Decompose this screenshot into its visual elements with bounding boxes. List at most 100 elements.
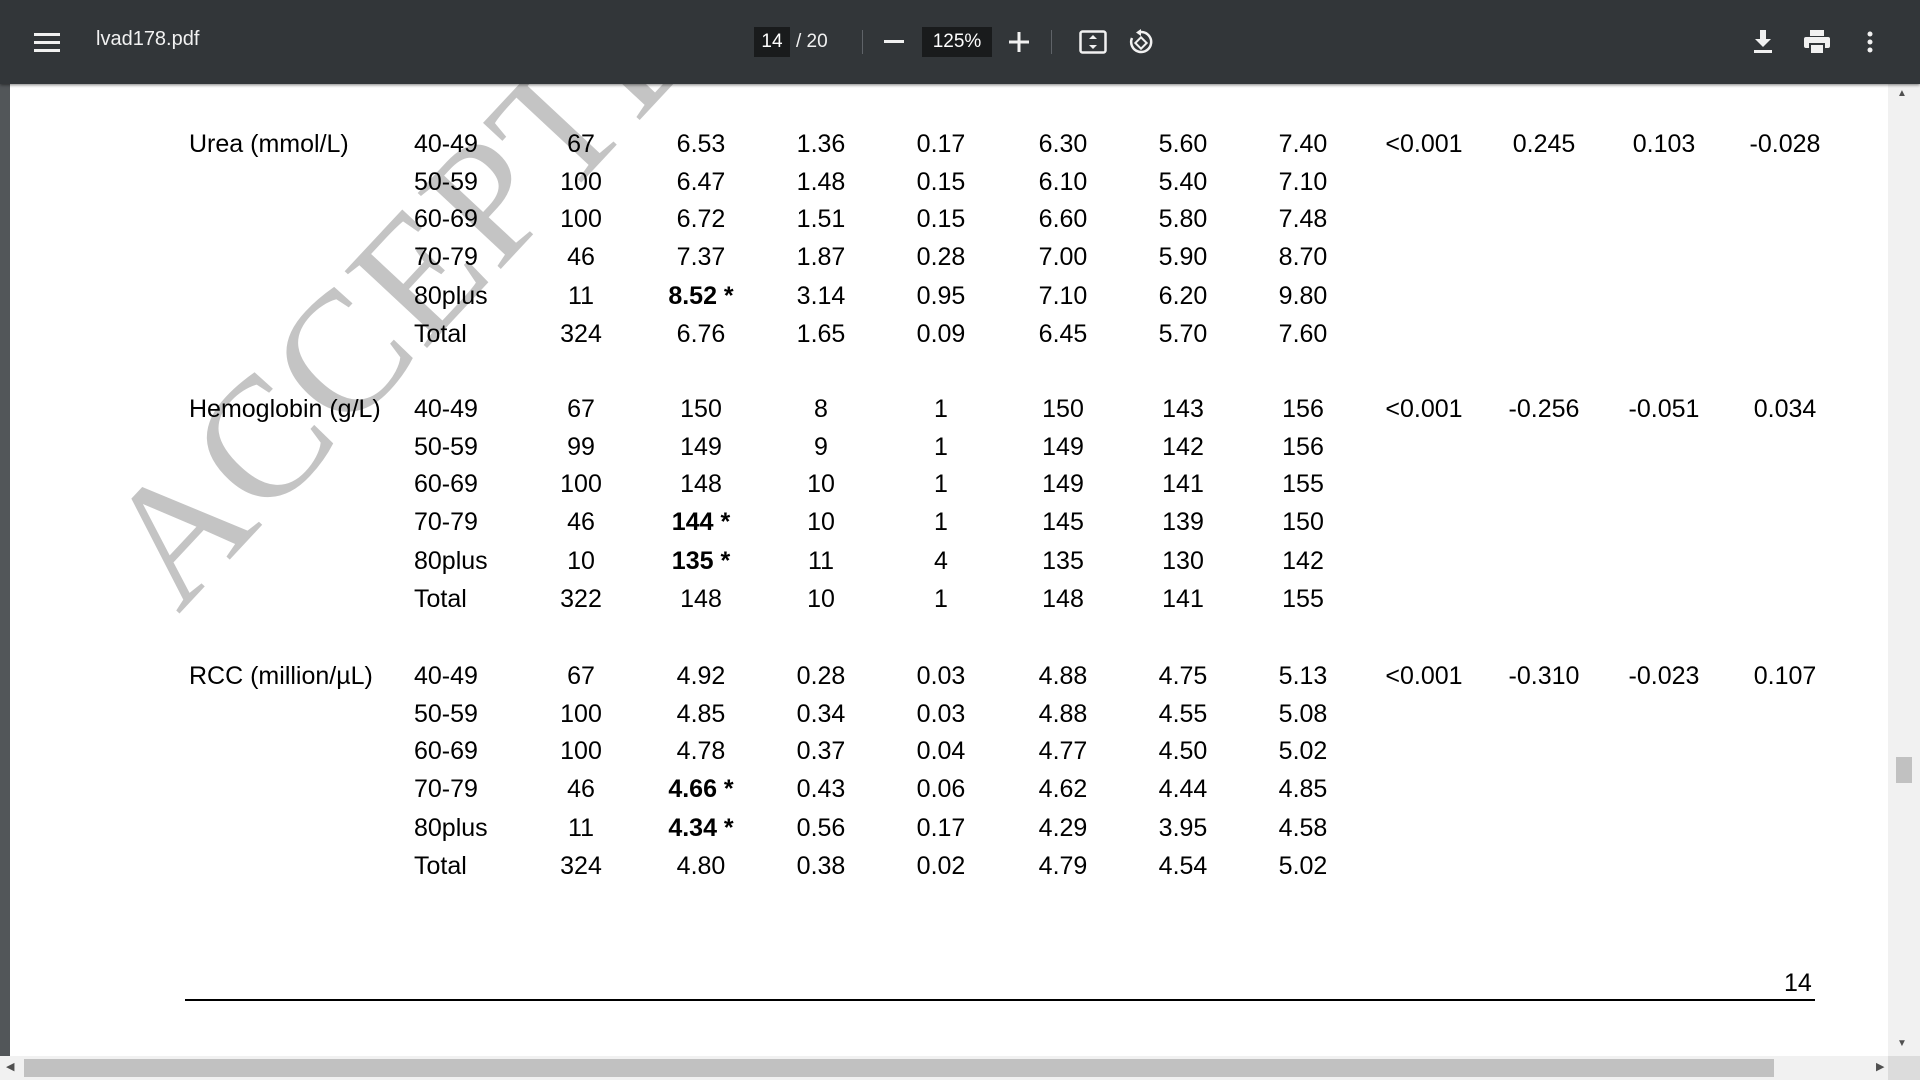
- toolbar-divider: [1051, 30, 1052, 54]
- median-cell: 4.88: [1038, 662, 1088, 690]
- se-cell: 0.15: [916, 168, 966, 196]
- n-cell: 46: [567, 243, 595, 271]
- more-vert-icon[interactable]: [1850, 22, 1890, 62]
- pdf-page: ACCEPTED MA Urea (mmol/L) <0.001 0.245 0.10…: [10, 84, 1888, 1056]
- n-cell: 67: [567, 130, 595, 158]
- vertical-scroll-thumb[interactable]: [1896, 757, 1912, 783]
- n-cell: 11: [568, 814, 594, 842]
- q1-cell: 143: [1162, 395, 1204, 423]
- median-cell: 148: [1042, 585, 1084, 613]
- age-group-cell: 50-59: [414, 168, 478, 196]
- median-cell: 4.62: [1038, 775, 1088, 803]
- q3-cell: 8.70: [1278, 243, 1328, 271]
- horizontal-scrollbar[interactable]: ◀ ▶: [0, 1056, 1888, 1080]
- q1-cell: 5.90: [1158, 243, 1208, 271]
- sd-cell: 0.56: [796, 814, 846, 842]
- mean-cell: 148: [680, 470, 722, 498]
- sd-cell: 0.37: [796, 737, 846, 765]
- se-cell: 0.03: [916, 700, 966, 728]
- correlation-cell: 0.103: [1632, 130, 1696, 158]
- q1-cell: 5.60: [1158, 130, 1208, 158]
- se-cell: 1: [934, 433, 948, 461]
- mean-cell: 6.76: [676, 320, 726, 348]
- q3-cell: 7.10: [1278, 168, 1328, 196]
- q3-cell: 156: [1282, 395, 1324, 423]
- page-number-footer: 14: [1784, 969, 1812, 997]
- sd-cell: 1.65: [796, 320, 846, 348]
- q3-cell: 7.60: [1278, 320, 1328, 348]
- q3-cell: 142: [1282, 547, 1324, 575]
- page-number-input[interactable]: 14: [754, 27, 790, 57]
- mean-cell: 8.52 *: [668, 282, 734, 310]
- scroll-up-icon[interactable]: ▲: [1897, 88, 1907, 99]
- se-cell: 1: [934, 395, 948, 423]
- n-cell: 324: [560, 852, 602, 880]
- se-cell: 4: [934, 547, 948, 575]
- n-cell: 46: [567, 775, 595, 803]
- q3-cell: 5.02: [1278, 852, 1328, 880]
- q3-cell: 7.40: [1278, 130, 1328, 158]
- n-cell: 324: [560, 320, 602, 348]
- age-group-cell: 40-49: [414, 395, 478, 423]
- minus-icon[interactable]: [874, 22, 914, 62]
- q1-cell: 130: [1162, 547, 1204, 575]
- scroll-right-icon[interactable]: ▶: [1876, 1060, 1884, 1073]
- q1-cell: 3.95: [1158, 814, 1208, 842]
- horizontal-scroll-thumb[interactable]: [24, 1059, 1774, 1077]
- print-icon[interactable]: [1797, 22, 1837, 62]
- scrollbar-corner: [1888, 1056, 1920, 1080]
- vertical-scrollbar[interactable]: ▲ ▼: [1888, 84, 1920, 1056]
- n-cell: 100: [560, 205, 602, 233]
- plus-icon[interactable]: [999, 22, 1039, 62]
- q3-cell: 155: [1282, 470, 1324, 498]
- q3-cell: 150: [1282, 508, 1324, 536]
- q1-cell: 139: [1162, 508, 1204, 536]
- q1-cell: 141: [1162, 585, 1204, 613]
- download-icon[interactable]: [1743, 22, 1783, 62]
- mean-cell: 6.53: [676, 130, 726, 158]
- variable-label: RCC (million/µL): [189, 662, 373, 690]
- sd-cell: 0.43: [796, 775, 846, 803]
- median-cell: 6.45: [1038, 320, 1088, 348]
- scroll-down-icon[interactable]: ▼: [1897, 1038, 1907, 1049]
- q3-cell: 5.08: [1278, 700, 1328, 728]
- mean-cell: 4.85: [676, 700, 726, 728]
- mean-cell: 6.72: [676, 205, 726, 233]
- median-cell: 6.30: [1038, 130, 1088, 158]
- mean-cell: 4.92: [676, 662, 726, 690]
- se-cell: 0.03: [916, 662, 966, 690]
- n-cell: 11: [568, 282, 594, 310]
- se-cell: 0.09: [916, 320, 966, 348]
- q1-cell: 5.70: [1158, 320, 1208, 348]
- document-title: lvad178.pdf: [96, 28, 200, 50]
- rotate-icon[interactable]: [1121, 22, 1161, 62]
- age-group-cell: 40-49: [414, 662, 478, 690]
- age-group-cell: Total: [414, 852, 467, 880]
- sd-cell: 0.38: [796, 852, 846, 880]
- hamburger-icon[interactable]: [27, 22, 67, 62]
- median-cell: 149: [1042, 470, 1084, 498]
- q3-cell: 5.13: [1278, 662, 1328, 690]
- mean-cell: 149: [680, 433, 722, 461]
- median-cell: 4.77: [1038, 737, 1088, 765]
- mean-cell: 135 *: [671, 547, 731, 575]
- page-total: / 20: [796, 31, 828, 52]
- age-group-cell: 80plus: [414, 282, 488, 310]
- median-cell: 149: [1042, 433, 1084, 461]
- scroll-left-icon[interactable]: ◀: [6, 1060, 14, 1073]
- sd-cell: 0.34: [796, 700, 846, 728]
- zoom-level-input[interactable]: 125%: [922, 27, 992, 57]
- median-cell: 4.29: [1038, 814, 1088, 842]
- age-group-cell: 60-69: [414, 205, 478, 233]
- p-value-cell: <0.001: [1385, 395, 1463, 423]
- n-cell: 67: [567, 395, 595, 423]
- p-value-cell: <0.001: [1385, 130, 1463, 158]
- p-value-cell: <0.001: [1385, 662, 1463, 690]
- n-cell: 99: [567, 433, 595, 461]
- fit-page-icon[interactable]: [1073, 22, 1113, 62]
- toolbar-divider: [862, 30, 863, 54]
- se-cell: 0.02: [916, 852, 966, 880]
- n-cell: 100: [560, 737, 602, 765]
- correlation-cell: 0.245: [1512, 130, 1576, 158]
- age-group-cell: 40-49: [414, 130, 478, 158]
